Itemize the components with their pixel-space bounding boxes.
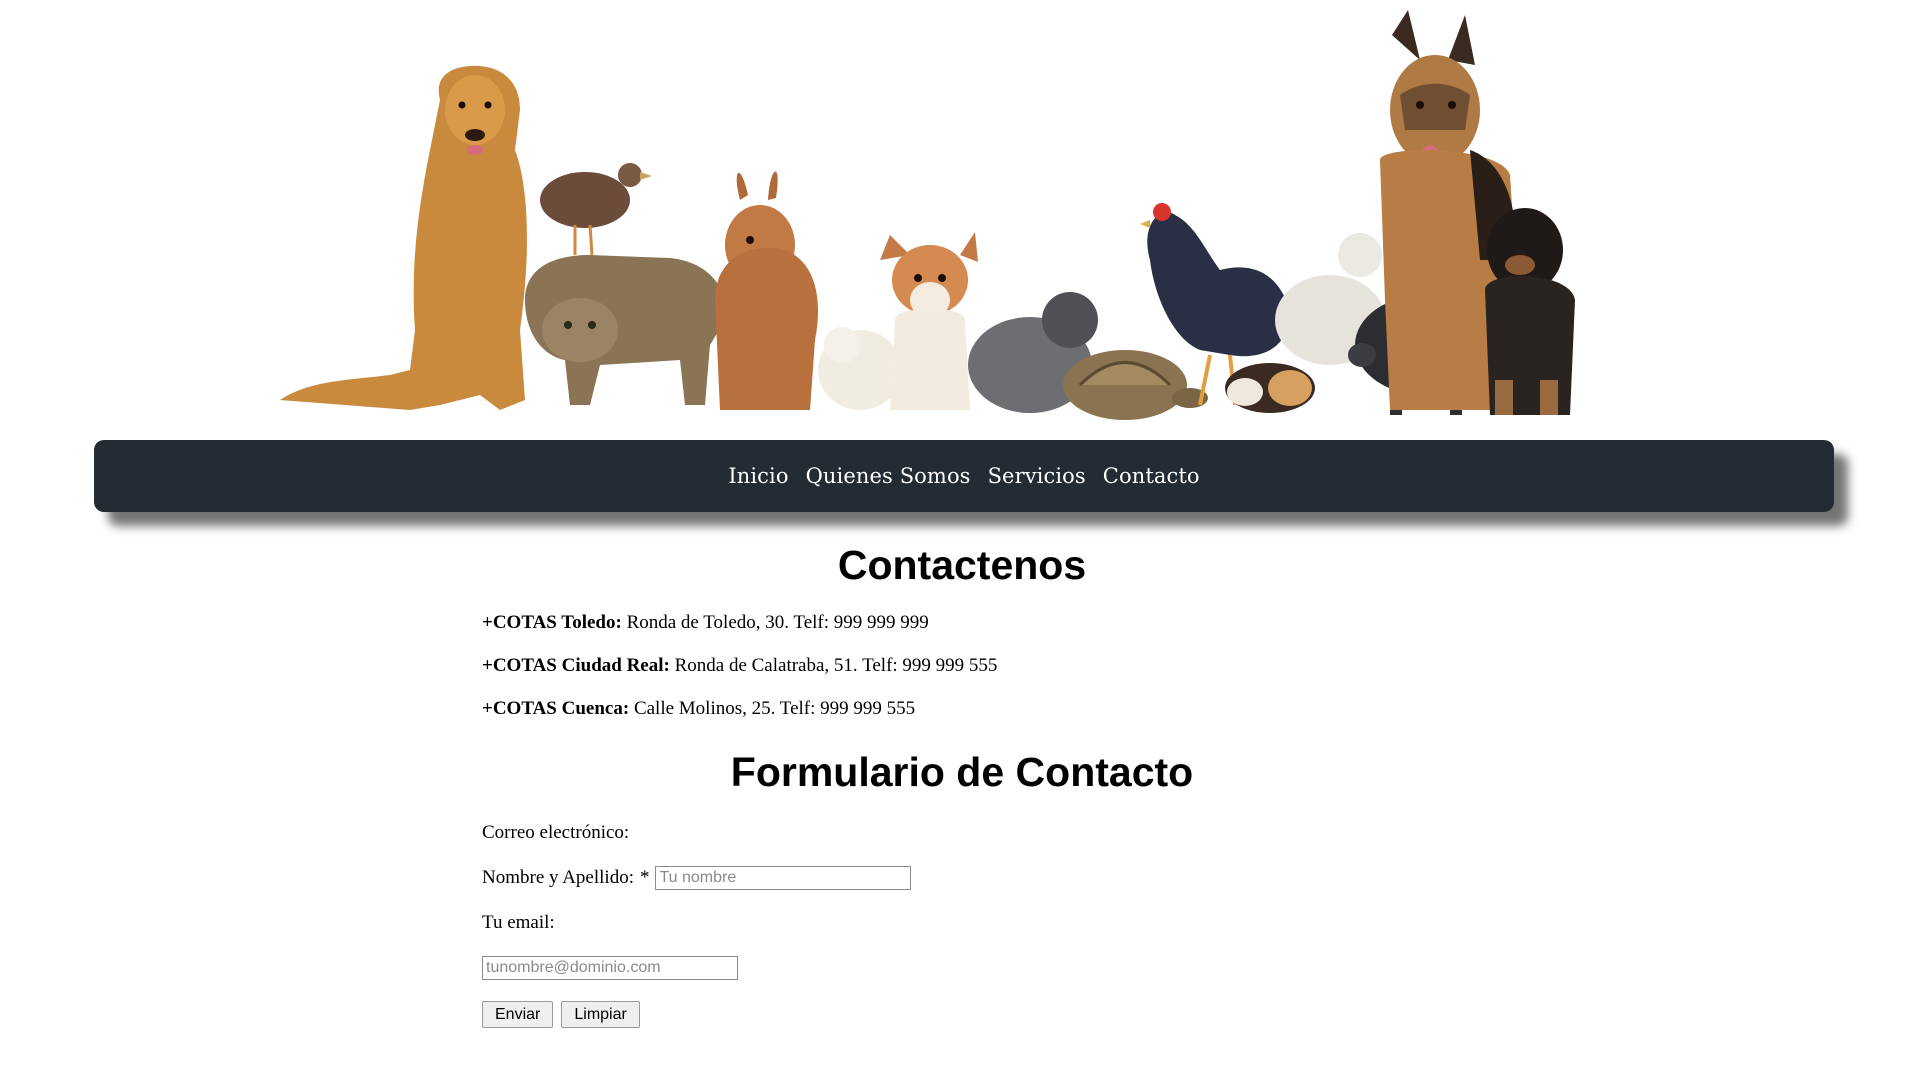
quail-figure: [540, 163, 652, 256]
email-input[interactable]: [482, 955, 738, 980]
nav-item-quienes-somos: Quienes Somos: [806, 464, 971, 488]
branch-detail: Ronda de Calatraba, 51. Telf: 999 999 55…: [669, 655, 998, 676]
reset-button[interactable]: Limpiar: [561, 1001, 640, 1028]
branch-detail: Calle Molinos, 25. Telf: 999 999 555: [629, 698, 916, 719]
contact-form-title: Formulario de Contacto: [730, 749, 1194, 795]
branch-name: +COTAS Toledo:: [482, 612, 622, 633]
nav-item-contacto: Contacto: [1103, 464, 1200, 488]
name-input[interactable]: [655, 865, 912, 890]
main-navbar: Inicio Quienes Somos Servicios Contacto: [94, 440, 1834, 512]
email-section-row: Correo electrónico:: [482, 810, 1442, 855]
nav-menu: Inicio Quienes Somos Servicios Contacto: [728, 464, 1199, 488]
branch-item-toledo: +COTAS Toledo: Ronda de Toledo, 30. Telf…: [482, 601, 1442, 644]
branch-item-ciudad-real: +COTAS Ciudad Real: Ronda de Calatraba, …: [482, 644, 1442, 687]
submit-button[interactable]: Enviar: [482, 1001, 554, 1028]
contact-title: Contactenos: [837, 542, 1087, 588]
name-row: Nombre y Apellido: *: [482, 855, 1442, 900]
branch-list: +COTAS Toledo: Ronda de Toledo, 30. Telf…: [482, 601, 1442, 730]
email-input-row: [482, 945, 1442, 990]
email-section-label: Correo electrónico:: [482, 822, 630, 843]
nav-item-servicios: Servicios: [988, 464, 1086, 488]
nav-item-inicio: Inicio: [728, 464, 788, 488]
guinea-pig-figure: [1225, 363, 1315, 413]
nav-link-contacto[interactable]: Contacto: [1103, 464, 1200, 488]
nav-link-servicios[interactable]: Servicios: [988, 464, 1086, 488]
tortoise-figure: [1063, 350, 1208, 420]
branch-name: +COTAS Ciudad Real:: [482, 655, 670, 676]
shepherd-puppy-figure: [1485, 208, 1575, 415]
contact-form: Correo electrónico: Nombre y Apellido: *…: [482, 810, 1442, 1037]
required-mark: *: [639, 867, 650, 888]
white-chick-figure: [818, 327, 902, 410]
branch-item-cuenca: +COTAS Cuenca: Calle Molinos, 25. Telf: …: [482, 687, 1442, 730]
form-buttons: Enviar Limpiar: [482, 992, 1442, 1037]
golden-retriever-figure: [280, 65, 527, 410]
name-label: Nombre y Apellido:: [482, 867, 634, 888]
cat-figure: [525, 255, 726, 405]
rabbit-figure: [715, 171, 819, 410]
branch-name: +COTAS Cuenca:: [482, 698, 630, 719]
email-label-row: Tu email:: [482, 900, 1442, 945]
branch-detail: Ronda de Toledo, 30. Telf: 999 999 999: [621, 612, 929, 633]
email-label: Tu email:: [482, 912, 555, 933]
nav-link-quienes-somos[interactable]: Quienes Somos: [806, 464, 971, 488]
pets-banner-image: [270, 0, 1630, 440]
nav-link-inicio[interactable]: Inicio: [728, 464, 788, 488]
page: Inicio Quienes Somos Servicios Contacto …: [0, 0, 1920, 1080]
chihuahua-figure: [880, 232, 978, 410]
main-content: Contactenos +COTAS Toledo: Ronda de Tole…: [482, 535, 1442, 1037]
pets-illustration: [280, 10, 1575, 420]
